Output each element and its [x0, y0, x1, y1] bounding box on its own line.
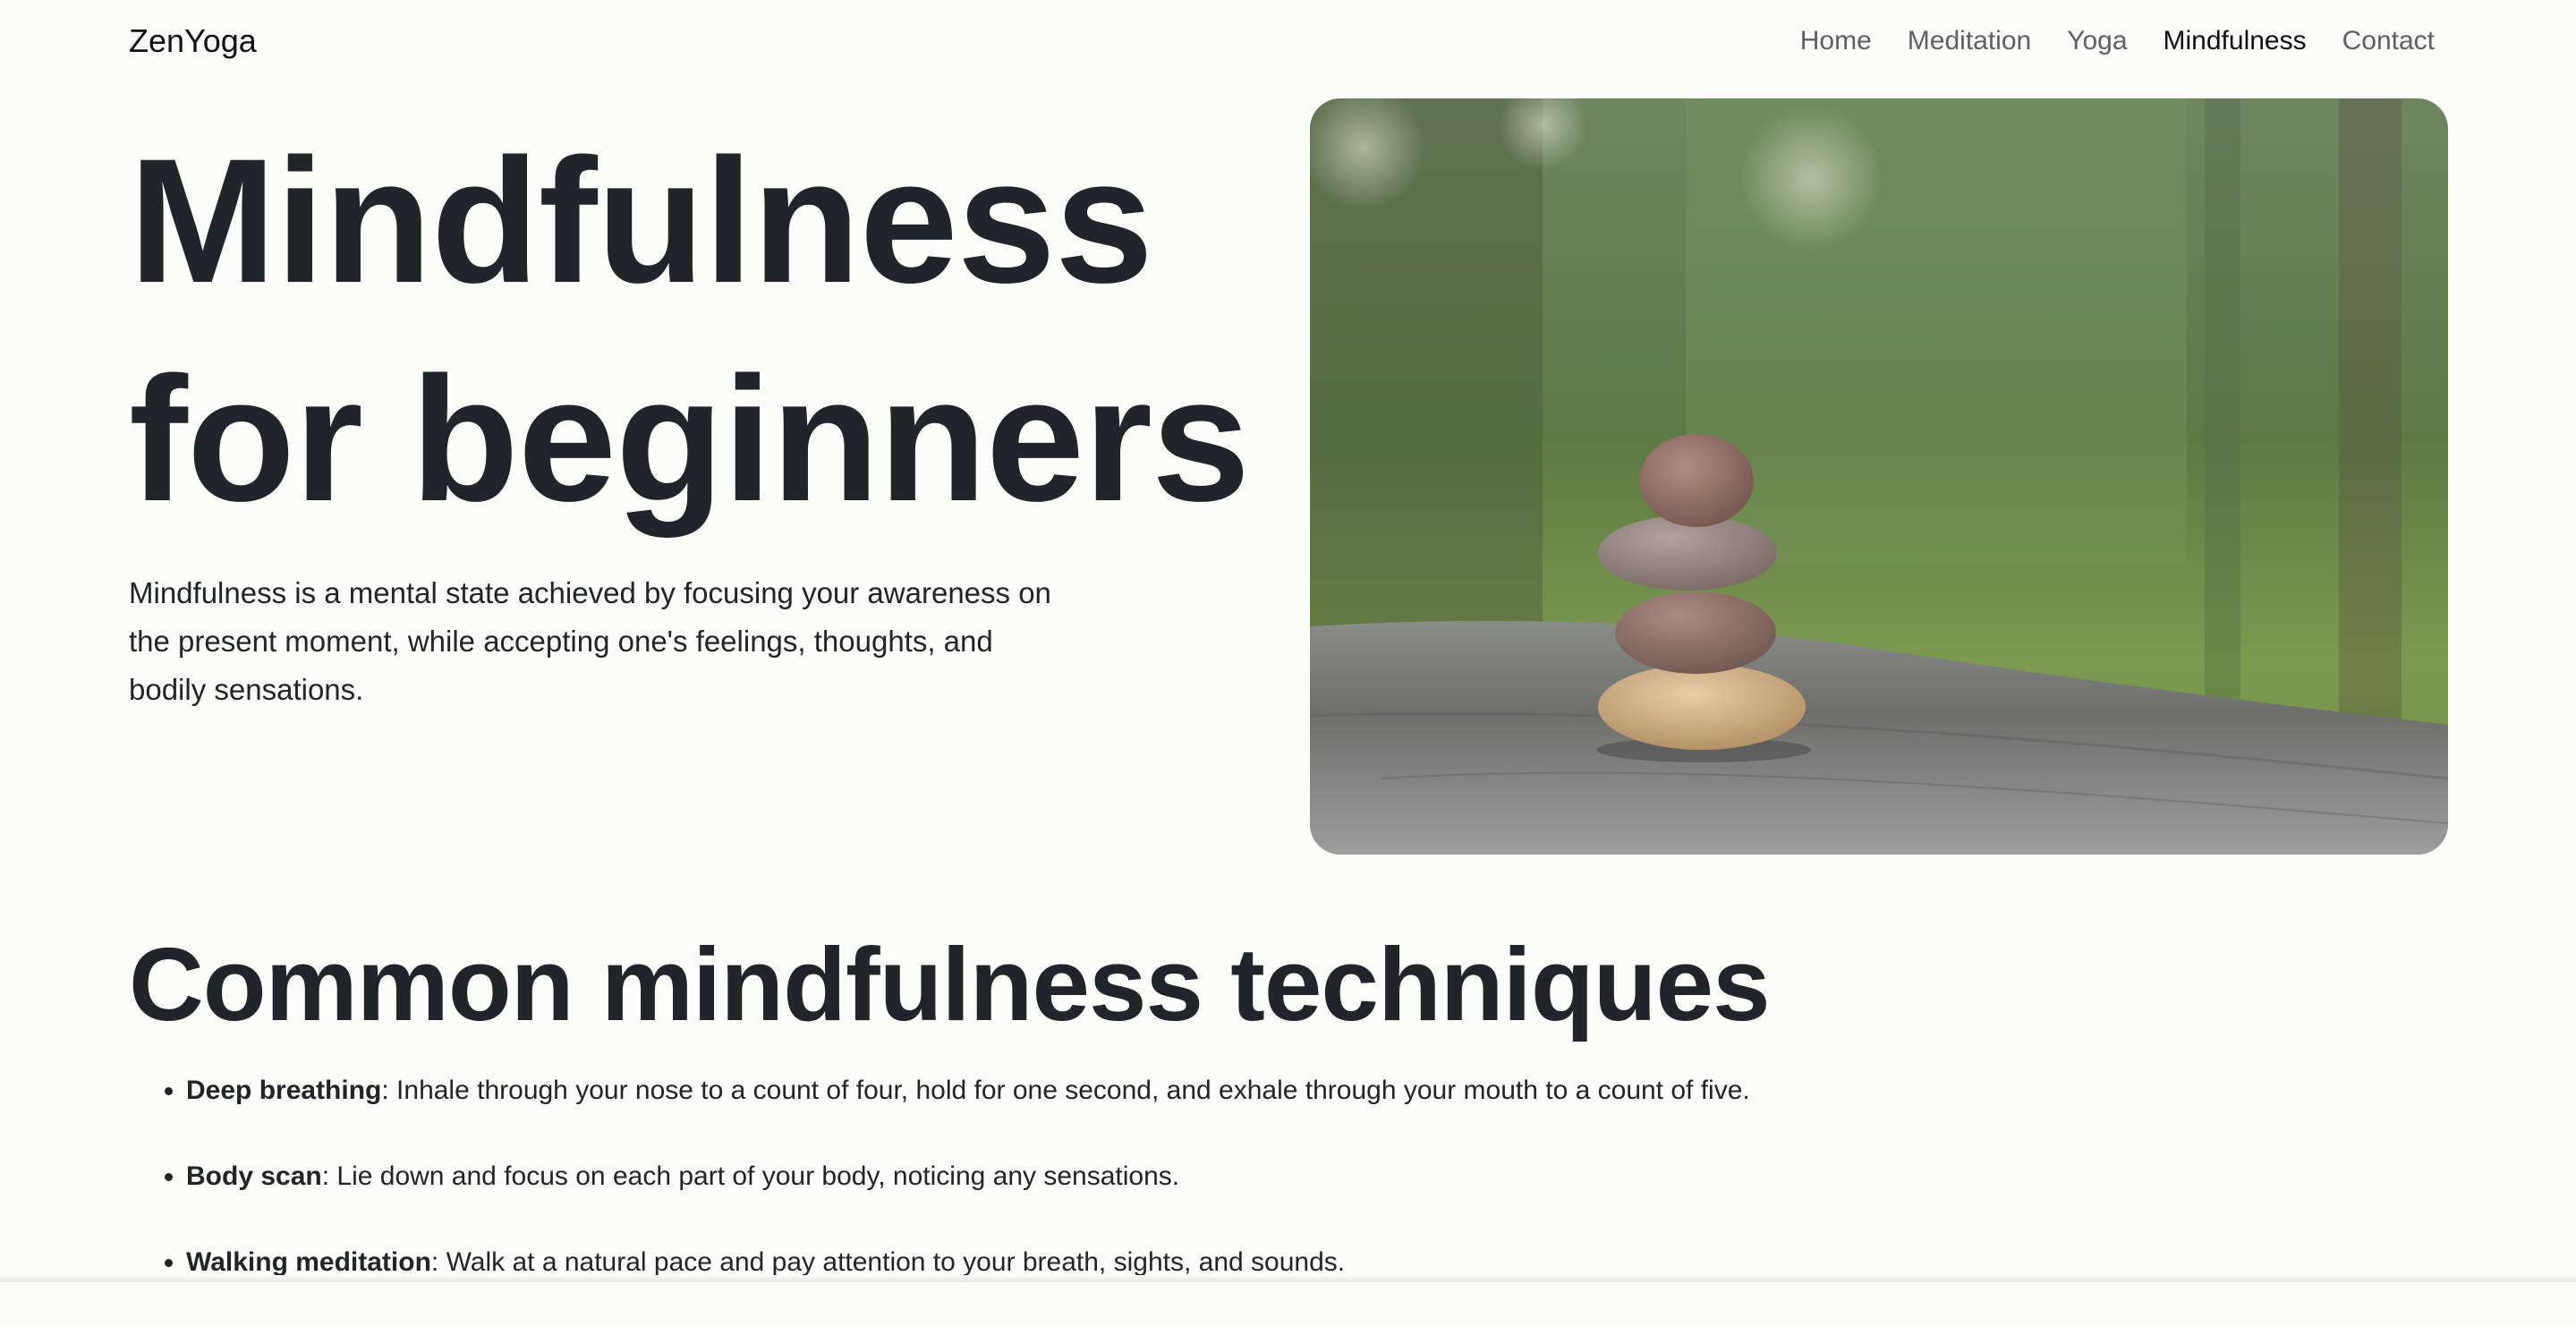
nav-link-contact[interactable]: Contact — [2342, 26, 2435, 56]
nav-link-yoga[interactable]: Yoga — [2067, 26, 2127, 56]
technique-description: : Inhale through your nose to a count of… — [381, 1076, 1750, 1105]
technique-name: Walking meditation — [186, 1247, 431, 1277]
hero-image-stacked-stones — [1310, 98, 2448, 855]
brand-logo-link[interactable]: ZenYoga — [129, 22, 257, 60]
hero-lead-paragraph: Mindfulness is a mental state achieved b… — [129, 576, 1051, 706]
techniques-list: Deep breathing: Inhale through your nose… — [129, 1069, 1750, 1327]
technique-description: : Walk at a natural pace and pay attenti… — [430, 1247, 1346, 1277]
list-item: Deep breathing: Inhale through your nose… — [186, 1069, 1750, 1112]
techniques-section-title: Common mindfulness techniques — [129, 926, 1771, 1042]
nav-link-mindfulness[interactable]: Mindfulness — [2164, 26, 2307, 56]
technique-description: : Lie down and focus on each part of you… — [321, 1161, 1180, 1191]
page-bottom-edge — [0, 1275, 2576, 1282]
nav-link-meditation[interactable]: Meditation — [1908, 26, 2031, 56]
hero-title: Mindfulness for beginners — [129, 112, 1292, 549]
technique-name: Body scan — [186, 1161, 322, 1191]
technique-name: Deep breathing — [186, 1076, 382, 1105]
hero-title-line-1: Mindfulness — [129, 122, 1153, 319]
list-item: Body scan: Lie down and focus on each pa… — [186, 1155, 1750, 1198]
top-navbar: ZenYoga Home Meditation Yoga Mindfulness… — [129, 16, 2447, 66]
nav-link-home[interactable]: Home — [1800, 26, 1872, 56]
nav-links: Home Meditation Yoga Mindfulness Contact — [1800, 26, 2435, 56]
hero-title-line-2: for beginners — [129, 340, 1250, 538]
